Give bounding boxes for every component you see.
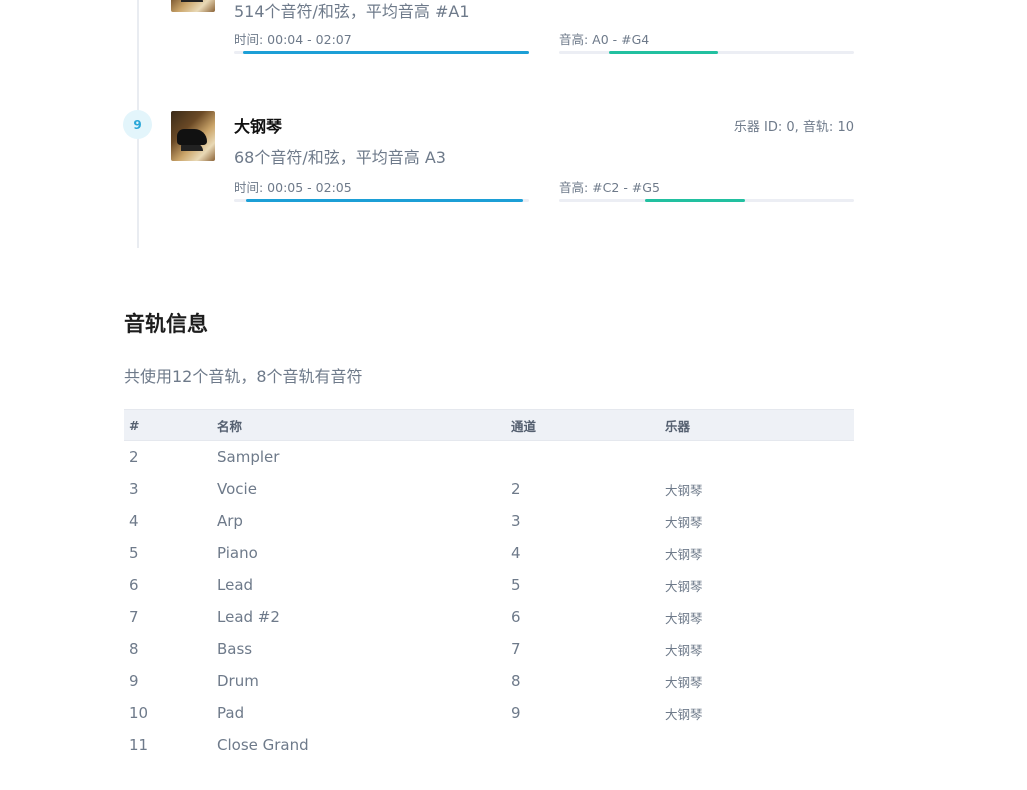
column-header-name: 名称 xyxy=(212,409,506,441)
track-number-cell: 10 xyxy=(129,704,149,722)
track-name-cell: Pad xyxy=(217,704,245,722)
track-instrument-cell: 大钢琴 xyxy=(665,546,703,562)
grand-piano-thumbnail xyxy=(171,0,215,12)
track-instrument-cell: 大钢琴 xyxy=(665,578,703,594)
column-header-number: # xyxy=(124,409,212,441)
track-instrument-cell: 大钢琴 xyxy=(665,674,703,690)
table-row: 11 Close Grand xyxy=(124,729,854,761)
column-header-channel: 通道 xyxy=(506,409,660,441)
pitch-range-label: 音高: #C2 - #G5 xyxy=(559,180,660,195)
time-range-fill xyxy=(242,51,529,54)
table-row: 10 Pad 9 大钢琴 xyxy=(124,697,854,729)
track-number-cell: 9 xyxy=(129,672,139,690)
track-instrument-cell xyxy=(660,441,854,474)
track-number-cell: 11 xyxy=(129,736,149,754)
track-name-cell: Bass xyxy=(217,640,253,658)
track-number-cell: 2 xyxy=(129,448,139,466)
track-channel-cell: 3 xyxy=(511,512,521,530)
track-channel-cell: 4 xyxy=(511,544,521,562)
track-number-cell: 5 xyxy=(129,544,139,562)
track-channel-cell: 5 xyxy=(511,576,521,594)
table-row: 4 Arp 3 大钢琴 xyxy=(124,505,854,537)
table-row: 3 Vocie 2 大钢琴 xyxy=(124,473,854,505)
track-instrument-cell: 大钢琴 xyxy=(665,610,703,626)
track-number-cell: 8 xyxy=(129,640,139,658)
track-name-cell: Piano xyxy=(217,544,258,562)
instrument-name: 大钢琴 xyxy=(234,117,283,136)
pitch-range-label: 音高: A0 - #G4 xyxy=(559,32,650,47)
track-name-cell: Vocie xyxy=(217,480,257,498)
track-table: # 名称 通道 乐器 2 Sampler 3 Vocie 2 大钢琴 4 Arp 3 大钢琴 5 Pi… xyxy=(124,409,854,761)
table-row: 5 Piano 4 大钢琴 xyxy=(124,537,854,569)
table-header-row: # 名称 通道 乐器 xyxy=(124,409,854,441)
track-number-cell: 6 xyxy=(129,576,139,594)
track-name-cell: Arp xyxy=(217,512,243,530)
column-header-instrument: 乐器 xyxy=(660,409,854,441)
track-instrument-cell: 大钢琴 xyxy=(665,514,703,530)
track-channel-cell xyxy=(506,441,660,474)
pitch-range-fill xyxy=(609,51,719,54)
track-channel-cell: 8 xyxy=(511,672,521,690)
time-range-label: 时间: 00:05 - 02:05 xyxy=(234,180,352,195)
track-instrument-cell: 大钢琴 xyxy=(665,482,703,498)
table-row: 8 Bass 7 大钢琴 xyxy=(124,633,854,665)
track-instrument-cell: 大钢琴 xyxy=(665,642,703,658)
track-channel-cell: 2 xyxy=(511,480,521,498)
table-row: 6 Lead 5 大钢琴 xyxy=(124,569,854,601)
track-channel-cell: 6 xyxy=(511,608,521,626)
track-channel-cell: 7 xyxy=(511,640,521,658)
table-row: 2 Sampler xyxy=(124,441,854,474)
time-range-bar xyxy=(234,199,529,202)
track-name-cell: Sampler xyxy=(217,448,280,466)
track-name-cell: Lead xyxy=(217,576,254,594)
track-channel-cell xyxy=(506,729,660,761)
table-row: 9 Drum 8 大钢琴 xyxy=(124,665,854,697)
section-description: 共使用12个音轨，8个音轨有音符 xyxy=(124,367,363,386)
track-number-cell: 3 xyxy=(129,480,139,498)
time-range-label: 时间: 00:04 - 02:07 xyxy=(234,32,352,47)
pitch-range-bar xyxy=(559,199,854,202)
track-channel-cell: 9 xyxy=(511,704,521,722)
instrument-summary: 514个音符/和弦，平均音高 #A1 xyxy=(234,2,470,21)
track-name-cell: Lead #2 xyxy=(217,608,280,626)
instrument-index-badge: 9 xyxy=(123,110,152,139)
pitch-range-fill xyxy=(644,199,745,202)
table-row: 7 Lead #2 6 大钢琴 xyxy=(124,601,854,633)
time-range-fill xyxy=(245,199,524,202)
grand-piano-thumbnail xyxy=(171,111,215,161)
track-name-cell: Drum xyxy=(217,672,259,690)
track-instrument-cell xyxy=(660,729,854,761)
track-number-cell: 7 xyxy=(129,608,139,626)
pitch-range-bar xyxy=(559,51,854,54)
track-instrument-cell: 大钢琴 xyxy=(665,706,703,722)
track-name-cell: Close Grand xyxy=(217,736,309,754)
section-title: 音轨信息 xyxy=(124,312,208,336)
instrument-summary: 68个音符/和弦，平均音高 A3 xyxy=(234,148,446,167)
instrument-meta: 乐器 ID: 0, 音轨: 10 xyxy=(733,120,854,135)
track-number-cell: 4 xyxy=(129,512,139,530)
time-range-bar xyxy=(234,51,529,54)
